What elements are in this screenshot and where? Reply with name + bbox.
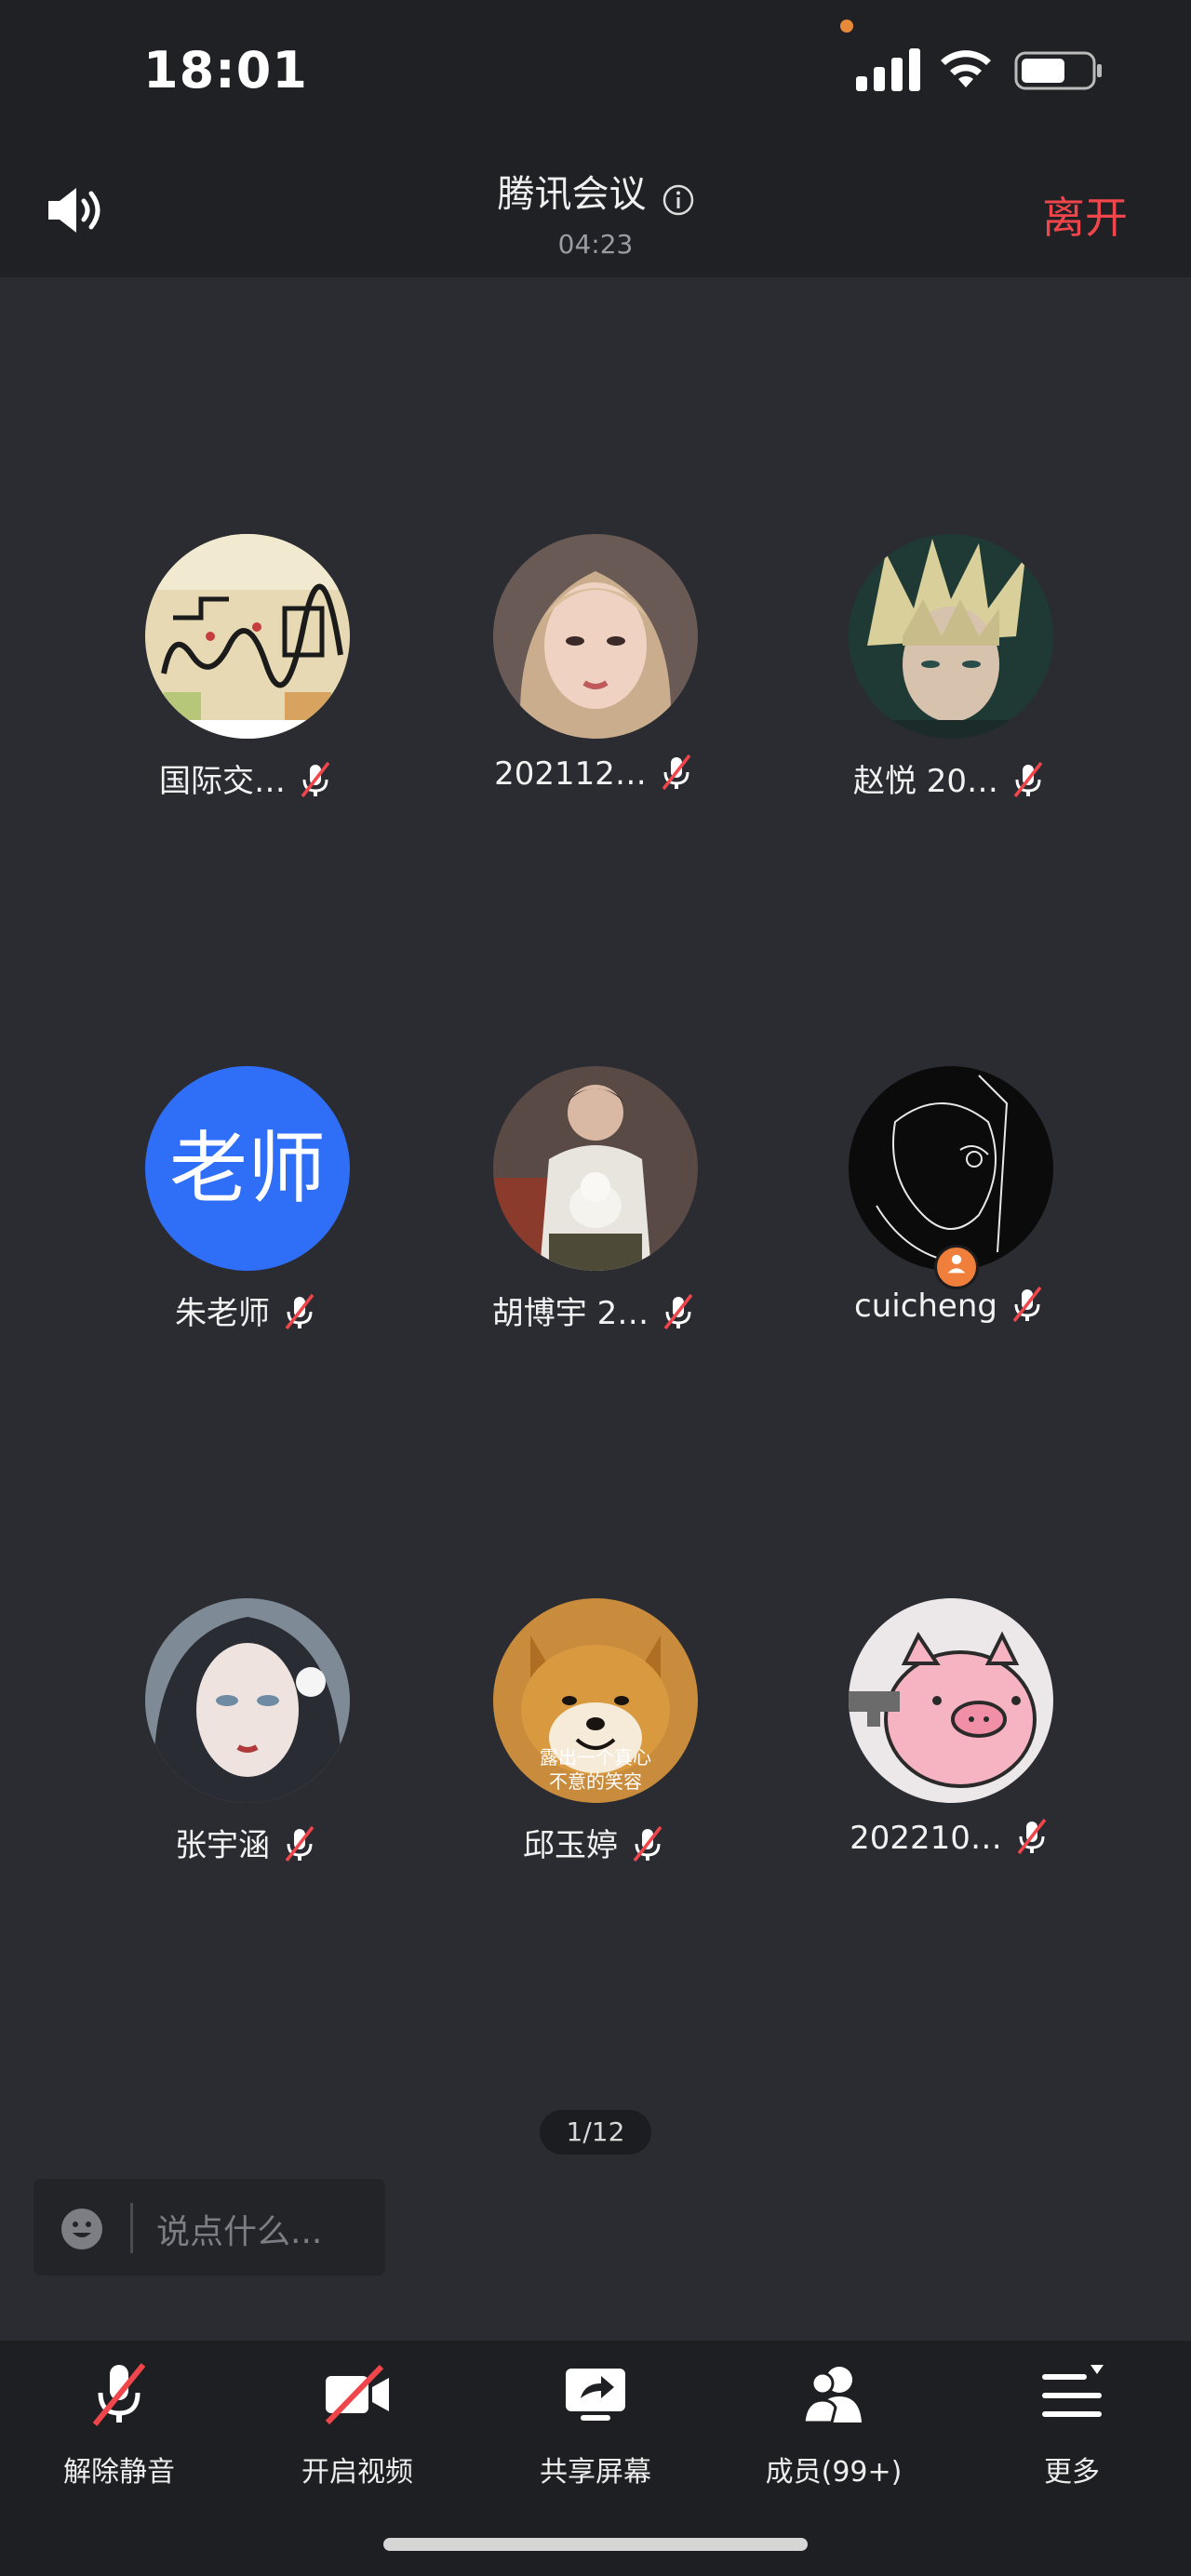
recording-indicator-dot: [840, 20, 853, 33]
chat-input[interactable]: 说点什么...: [33, 2179, 385, 2276]
participant-name: 张宇涵: [175, 1827, 270, 1864]
text-avatar: 老师: [145, 1066, 350, 1271]
participant-tile[interactable]: 202210…: [774, 1598, 1128, 1877]
start-video-label: 开启视频: [301, 2456, 413, 2489]
status-time: 18:01: [143, 41, 308, 100]
participant-tile[interactable]: 老师 朱老师: [71, 1066, 424, 1345]
more-button[interactable]: 更多: [953, 2341, 1191, 2517]
participant-name-row: 202112…: [419, 754, 772, 793]
members-button[interactable]: 成员(99+): [715, 2341, 953, 2517]
share-screen-button[interactable]: 共享屏幕: [476, 2341, 715, 2517]
home-indicator[interactable]: [383, 2538, 808, 2551]
participant-tile[interactable]: 露出一个真心 不意的笑容 邱玉婷: [419, 1598, 772, 1877]
leave-button[interactable]: 离开: [1042, 184, 1128, 246]
meeting-header: 腾讯会议 04:23 离开: [0, 140, 1191, 277]
svg-text:不意的笑容: 不意的笑容: [549, 1770, 642, 1793]
mic-muted-icon: [633, 1825, 662, 1862]
members-icon: [802, 2367, 862, 2424]
mic-muted-icon: [285, 1825, 314, 1862]
mic-muted-icon: [1013, 761, 1043, 797]
game-character-avatar: [849, 534, 1053, 739]
participant-name: 国际交…: [159, 763, 286, 800]
participant-name: 朱老师: [175, 1295, 270, 1332]
mic-muted-icon: [285, 1293, 314, 1329]
mic-muted-icon: [1017, 1818, 1047, 1854]
participant-name-row: 赵悦 20…: [774, 755, 1128, 801]
video-off-icon: [325, 2364, 389, 2425]
unmute-label: 解除静音: [63, 2456, 175, 2489]
person-with-dog-avatar: [493, 1066, 698, 1271]
participant-tile[interactable]: 国际交…: [71, 534, 424, 813]
cellular-signal-icon: [856, 48, 920, 91]
participant-tile[interactable]: cuicheng: [774, 1066, 1128, 1345]
more-label: 更多: [1044, 2456, 1100, 2489]
mic-muted-icon: [301, 761, 330, 797]
participant-name: 赵悦 20…: [852, 763, 999, 800]
portrait-photo-avatar: [493, 534, 698, 739]
members-label: 成员(99+): [765, 2456, 903, 2489]
participant-tile[interactable]: 胡博宇 2…: [419, 1066, 772, 1345]
mic-muted-icon: [1012, 1286, 1042, 1322]
share-screen-label: 共享屏幕: [540, 2456, 651, 2489]
mic-off-icon: [92, 2363, 146, 2426]
anime-girl-avatar: [145, 1598, 350, 1803]
svg-text:露出一个真心: 露出一个真心: [540, 1746, 651, 1768]
participant-name: cuicheng: [854, 1288, 997, 1325]
pink-pig-avatar: [849, 1598, 1053, 1803]
participant-name-row: 国际交…: [71, 755, 424, 801]
more-menu-icon: [1042, 2365, 1104, 2417]
status-bar: 18:01: [0, 0, 1191, 140]
line-art-avatar: [849, 1066, 1053, 1271]
meeting-duration: 04:23: [557, 229, 634, 260]
mic-muted-icon: [663, 1293, 693, 1329]
participant-name-row: 朱老师: [71, 1288, 424, 1333]
participant-name-row: 张宇涵: [71, 1820, 424, 1865]
mic-muted-icon: [662, 754, 691, 790]
participant-name-row: 202210…: [774, 1818, 1128, 1857]
unmute-button[interactable]: 解除静音: [0, 2341, 238, 2517]
meeting-title-row[interactable]: 腾讯会议: [0, 164, 1191, 218]
participant-tile[interactable]: 赵悦 20…: [774, 534, 1128, 813]
share-screen-icon: [566, 2369, 625, 2421]
page-indicator: 1/12: [540, 2110, 651, 2155]
participant-name-row: cuicheng: [774, 1286, 1128, 1325]
info-icon[interactable]: [662, 184, 694, 216]
shiba-dog-avatar: 露出一个真心 不意的笑容: [493, 1598, 698, 1803]
participant-name-row: 胡博宇 2…: [419, 1288, 772, 1333]
participant-name: 202210…: [850, 1820, 1002, 1857]
battery-icon: [1014, 51, 1102, 90]
abstract-painting-avatar: [145, 534, 350, 739]
chat-placeholder: 说点什么...: [156, 2213, 323, 2251]
chat-divider: [130, 2203, 133, 2253]
participant-grid: 国际交… 202112… 赵悦 20… 老师 朱老师 胡博宇 2… cuiche…: [0, 277, 1191, 2101]
participant-tile[interactable]: 张宇涵: [71, 1598, 424, 1877]
participant-name: 胡博宇 2…: [491, 1295, 649, 1332]
avatar-text: 老师: [168, 1123, 326, 1214]
wifi-icon: [941, 50, 991, 87]
host-badge-icon: [934, 1245, 979, 1289]
emoji-icon[interactable]: [60, 2207, 104, 2251]
participant-name-row: 邱玉婷: [419, 1820, 772, 1865]
participant-tile[interactable]: 202112…: [419, 534, 772, 813]
start-video-button[interactable]: 开启视频: [238, 2341, 476, 2517]
participant-name: 202112…: [494, 755, 647, 793]
meeting-title: 腾讯会议: [497, 173, 647, 216]
participant-name: 邱玉婷: [523, 1827, 618, 1864]
